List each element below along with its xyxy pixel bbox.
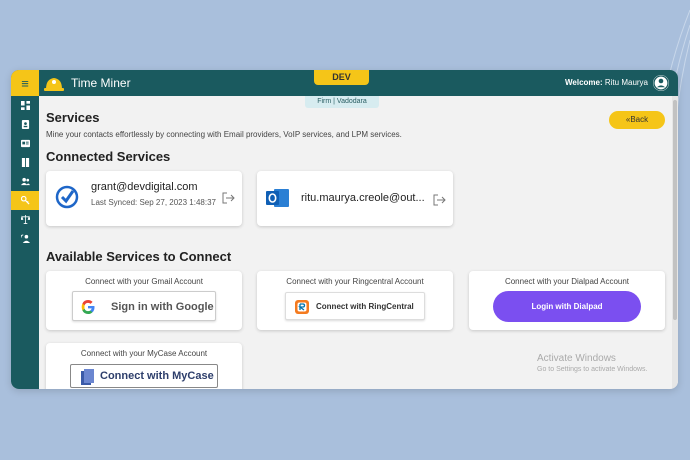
welcome-label: Welcome:: [565, 78, 603, 87]
connect-ringcentral-button[interactable]: Connect with RingCentral: [285, 292, 425, 320]
hamburger-icon: ≡: [21, 75, 29, 91]
sidebar-item-legal[interactable]: [11, 210, 39, 229]
sign-in-google-button[interactable]: Sign in with Google: [72, 291, 216, 321]
main-content: Firm | Vadodara Services Mine your conta…: [39, 96, 678, 389]
connected-email: ritu.maurya.creole@out...: [301, 192, 425, 204]
contact-card-icon: [21, 120, 29, 129]
app-title: Time Miner: [71, 76, 131, 90]
mycase-icon: [81, 369, 94, 385]
user-name: Ritu Maurya: [604, 78, 648, 87]
connect-mycase-label: Connect with MyCase: [100, 370, 214, 382]
gmail-service-card: Connect with your Gmail Account Sign in …: [46, 271, 242, 330]
connected-service-card: grant@devdigital.com Last Synced: Sep 27…: [46, 171, 242, 226]
sidebar-item-services[interactable]: [11, 191, 39, 210]
ringcentral-service-card: Connect with your Ringcentral Account Co…: [257, 271, 453, 330]
sidebar: [11, 96, 39, 389]
connected-services-title: Connected Services: [46, 149, 171, 164]
sidebar-item-cards[interactable]: [11, 134, 39, 153]
available-services-title: Available Services to Connect: [46, 249, 232, 264]
app-window: ≡ Time Miner DEV Welcome: Ritu Maurya Fi…: [11, 70, 678, 389]
menu-button[interactable]: ≡: [11, 70, 39, 96]
dialpad-label: Connect with your Dialpad Account: [504, 277, 630, 286]
app-logo: [44, 78, 64, 91]
todo-check-icon: [55, 185, 79, 209]
scrollbar-thumb[interactable]: [673, 100, 677, 320]
environment-badge: DEV: [314, 70, 369, 85]
gmail-label: Connect with your Gmail Account: [85, 277, 203, 286]
ringcentral-icon: [295, 300, 309, 314]
firm-badge: Firm | Vadodara: [305, 96, 379, 108]
windows-watermark-title: Activate Windows: [537, 353, 616, 364]
disconnect-icon[interactable]: [222, 192, 236, 204]
mycase-service-card: Connect with your MyCase Account Connect…: [46, 343, 242, 389]
windows-watermark-subtitle: Go to Settings to activate Windows.: [537, 366, 648, 373]
mycase-label: Connect with your MyCase Account: [80, 349, 208, 358]
connect-mycase-button[interactable]: Connect with MyCase: [70, 364, 218, 388]
scale-icon: [20, 215, 30, 224]
user-avatar-icon[interactable]: [653, 75, 669, 91]
sidebar-item-users[interactable]: [11, 172, 39, 191]
key-icon: [20, 196, 30, 205]
connect-ringcentral-label: Connect with RingCentral: [316, 302, 414, 311]
dashboard-icon: [20, 101, 30, 110]
user-support-icon: [20, 234, 30, 243]
outlook-icon: [266, 189, 289, 207]
dialpad-service-card: Connect with your Dialpad Account Login …: [469, 271, 665, 330]
login-dialpad-button[interactable]: Login with Dialpad: [493, 291, 641, 322]
welcome-text: Welcome: Ritu Maurya: [565, 78, 648, 87]
connected-service-card: ritu.maurya.creole@out...: [257, 171, 453, 226]
back-button[interactable]: «Back: [609, 111, 665, 129]
scrollbar[interactable]: [672, 96, 678, 389]
page-title: Services: [46, 110, 100, 125]
google-icon: [81, 300, 95, 314]
id-card-icon: [20, 139, 30, 148]
ringcentral-label: Connect with your Ringcentral Account: [286, 277, 424, 286]
connected-email: grant@devdigital.com: [91, 181, 198, 193]
disconnect-icon[interactable]: [433, 194, 447, 206]
last-synced-text: Last Synced: Sep 27, 2023 1:48:37: [91, 198, 216, 207]
book-icon: [21, 158, 29, 167]
sidebar-item-book[interactable]: [11, 153, 39, 172]
page-subtitle: Mine your contacts effortlessly by conne…: [46, 130, 402, 139]
top-bar: ≡ Time Miner DEV Welcome: Ritu Maurya: [11, 70, 678, 96]
sign-in-google-label: Sign in with Google: [111, 301, 214, 313]
sidebar-item-support[interactable]: [11, 229, 39, 248]
sidebar-item-dashboard[interactable]: [11, 96, 39, 115]
sidebar-item-contacts[interactable]: [11, 115, 39, 134]
users-icon: [20, 177, 30, 186]
